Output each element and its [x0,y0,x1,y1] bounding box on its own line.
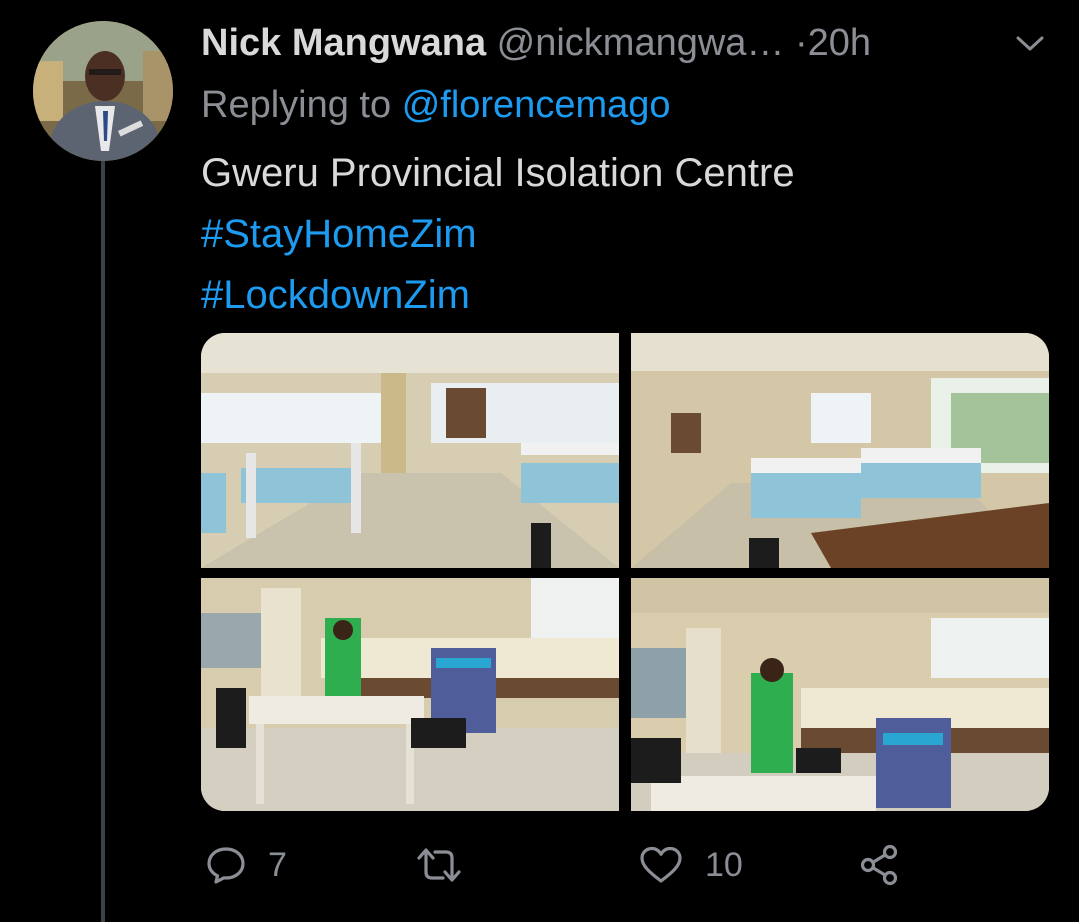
timestamp[interactable]: 20h [808,22,871,64]
replying-to-line: Replying to @florencemago [201,80,671,130]
retweet-button[interactable] [415,835,485,895]
reply-count: 7 [268,845,287,884]
ward-photo-4[interactable] [631,578,1049,811]
chevron-down-icon[interactable] [1015,34,1045,54]
share-button[interactable] [859,835,901,895]
ward-photo-3[interactable] [201,578,619,811]
retweet-arrows-icon [417,848,461,882]
replying-to-label: Replying to [201,84,392,126]
ward-photo-2[interactable] [631,333,1049,568]
avatar[interactable] [33,21,173,161]
tweet-text-line: Gweru Provincial Isolation Centre [201,151,795,195]
reply-button[interactable]: 7 [206,835,287,895]
hashtag-link[interactable]: #StayHomeZim [201,204,795,265]
media-grid [201,333,1049,811]
ward-photo-1[interactable] [201,333,619,568]
tweet-body: Gweru Provincial Isolation Centre #StayH… [201,143,795,326]
author-name[interactable]: Nick Mangwana [201,22,486,64]
tweet-header: Nick Mangwana @nickmangwa… ·20h [201,18,1061,68]
tweet-action-bar: 7 10 [201,835,1061,895]
like-count: 10 [705,845,743,884]
separator-dot: · [795,22,808,64]
heart-icon [640,846,682,883]
like-button[interactable]: 10 [639,835,743,895]
author-handle[interactable]: @nickmangwa… [497,22,785,64]
hashtag-link[interactable]: #LockdownZim [201,265,795,326]
thread-connector-line [101,160,105,922]
reply-mention-link[interactable]: @florencemago [402,84,671,126]
speech-bubble-icon [207,847,245,884]
share-nodes-icon [860,844,898,886]
